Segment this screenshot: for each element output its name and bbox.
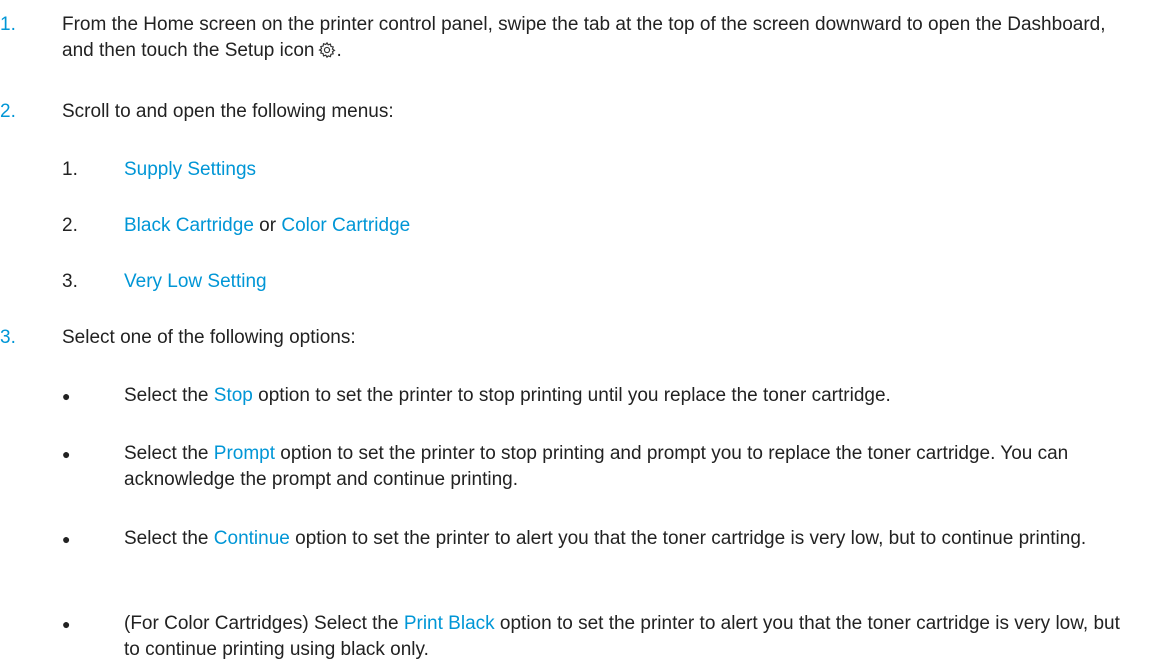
substep-text: Very Low Setting	[124, 269, 1145, 295]
menu-link-supply-settings[interactable]: Supply Settings	[124, 159, 256, 180]
step-number: 3.	[0, 327, 16, 348]
bullet-marker: ●	[62, 446, 71, 462]
bullet-text-before: Select the	[124, 443, 214, 464]
bullet-text: (For Color Cartridges) Select the Print …	[124, 611, 1124, 663]
gear-icon	[318, 41, 337, 59]
step-text: From the Home screen on the printer cont…	[62, 12, 1142, 64]
bullet-text-before: Select the	[124, 385, 214, 406]
step-number: 1.	[0, 14, 16, 35]
bullet-text: Select the Stop option to set the printe…	[124, 383, 1145, 409]
option-link-print-black[interactable]: Print Black	[404, 613, 495, 634]
substep-text: Supply Settings	[124, 157, 1145, 183]
substep-text: Black Cartridge or Color Cartridge	[124, 213, 1145, 239]
step-text-before: From the Home screen on the printer cont…	[62, 14, 1106, 61]
bullet-text-before: (For Color Cartridges) Select the	[124, 613, 404, 634]
bullet-marker: ●	[62, 531, 71, 547]
substep-joiner: or	[253, 215, 282, 236]
bullet-text-before: Select the	[124, 528, 214, 549]
step-text-after: .	[336, 40, 342, 61]
step-number: 2.	[0, 101, 16, 122]
option-link-continue[interactable]: Continue	[214, 528, 290, 549]
step-text: Scroll to and open the following menus:	[62, 101, 394, 122]
substep-number: 3.	[62, 271, 78, 292]
option-link-prompt[interactable]: Prompt	[214, 443, 275, 464]
bullet-text-after: option to set the printer to alert you t…	[289, 528, 1087, 549]
bullet-text: Select the Prompt option to set the prin…	[124, 441, 1124, 493]
bullet-marker: ●	[62, 616, 71, 632]
menu-link-black-cartridge[interactable]: Black Cartridge	[124, 215, 254, 236]
option-link-stop[interactable]: Stop	[214, 385, 253, 406]
instructions-document: 1. From the Home screen on the printer c…	[0, 0, 1165, 670]
menu-link-very-low-setting[interactable]: Very Low Setting	[124, 271, 267, 292]
bullet-text: Select the Continue option to set the pr…	[124, 526, 1124, 552]
substep-number: 1.	[62, 159, 78, 180]
substep-number: 2.	[62, 215, 78, 236]
step-text: Select one of the following options:	[62, 327, 356, 348]
bullet-marker: ●	[62, 388, 71, 404]
menu-link-color-cartridge[interactable]: Color Cartridge	[281, 215, 410, 236]
bullet-text-after: option to set the printer to stop printi…	[252, 385, 891, 406]
